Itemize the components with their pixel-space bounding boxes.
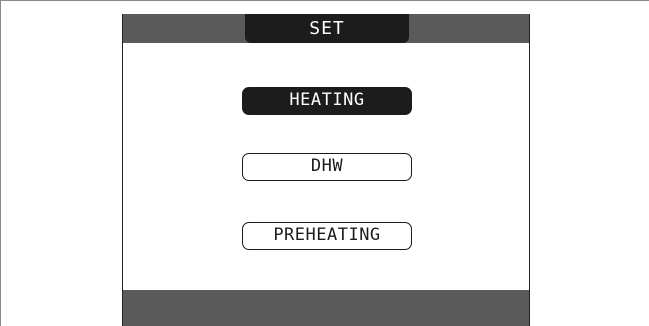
preheating-button[interactable]: PREHEATING xyxy=(242,222,412,250)
footer-bar xyxy=(123,290,529,326)
heating-button[interactable]: HEATING xyxy=(242,87,412,115)
header-bar: SET xyxy=(123,14,529,43)
page: SET HEATING DHW PREHEATING xyxy=(0,0,649,326)
dhw-button[interactable]: DHW xyxy=(242,153,412,181)
display-screen: SET HEATING DHW PREHEATING xyxy=(122,14,530,326)
screen-title: SET xyxy=(245,14,409,43)
frame-top-edge xyxy=(0,0,649,1)
frame-left-edge xyxy=(0,0,1,326)
